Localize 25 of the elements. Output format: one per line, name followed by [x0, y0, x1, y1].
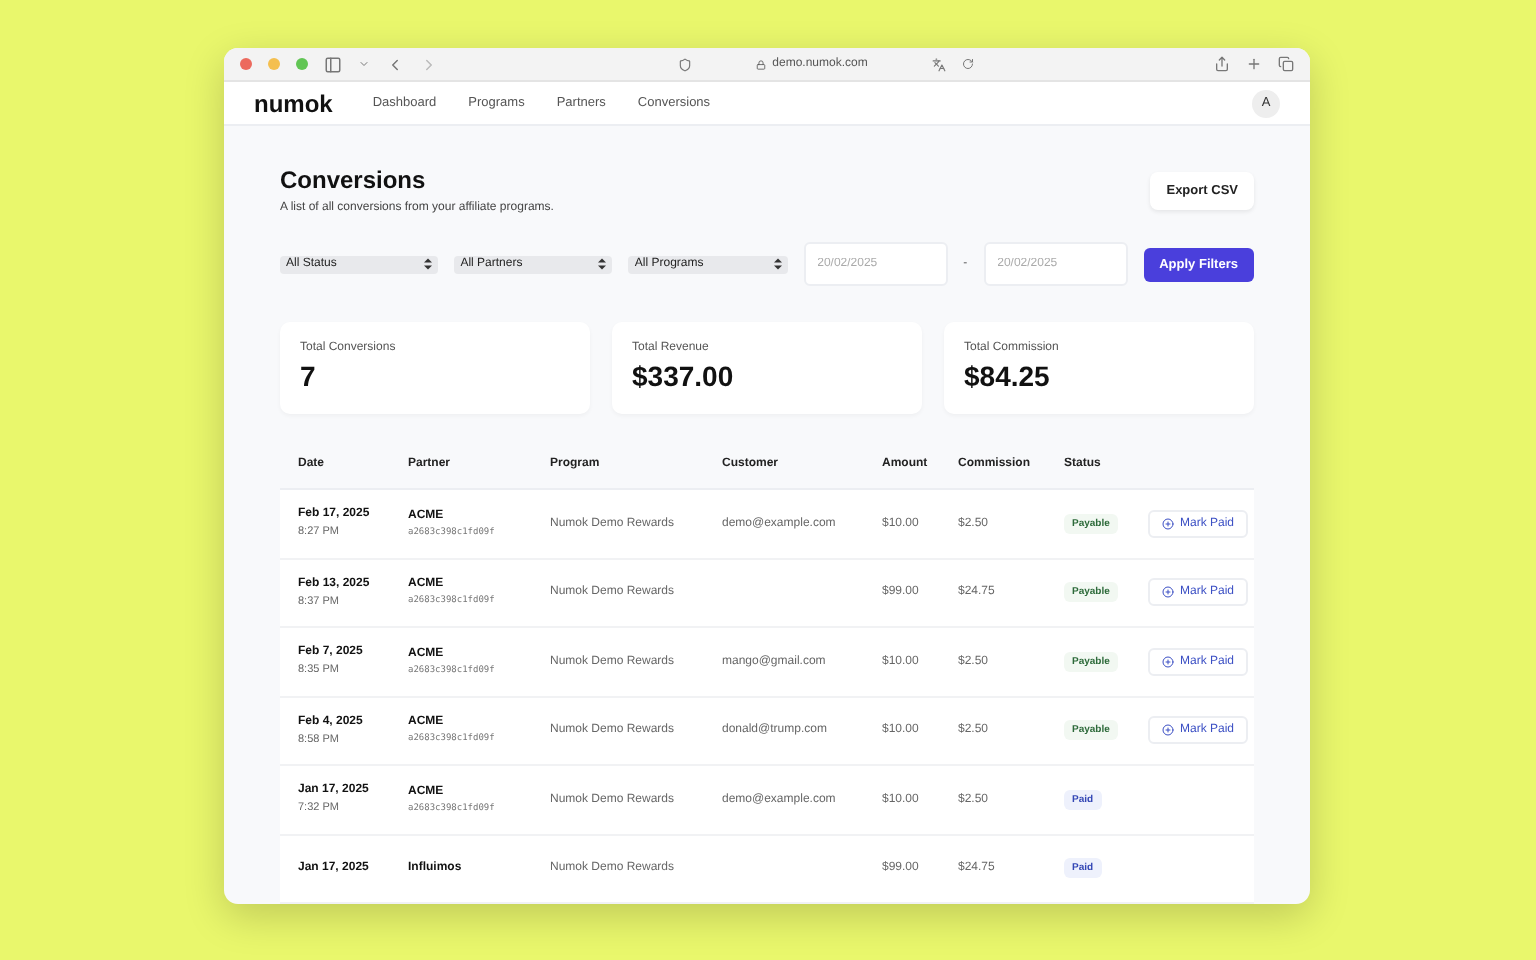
stat-value: $337.00	[632, 360, 736, 392]
plus-circle-icon	[1162, 586, 1174, 599]
translate-icon[interactable]	[932, 57, 946, 72]
select-arrows-icon	[424, 258, 433, 270]
stat-value: $84.25	[964, 360, 1052, 392]
new-tab-icon[interactable]	[1246, 56, 1262, 73]
sidebar-icon[interactable]	[324, 55, 342, 74]
lock-icon	[756, 59, 767, 70]
close-window-dot[interactable]	[240, 58, 252, 71]
select-arrows-icon	[598, 258, 607, 270]
chevron-down-icon[interactable]	[358, 58, 370, 71]
select-arrows-icon	[773, 258, 782, 270]
plus-circle-icon	[1162, 517, 1174, 530]
back-icon[interactable]	[386, 55, 404, 74]
maximize-window-dot[interactable]	[296, 58, 308, 71]
tabs-icon[interactable]	[1278, 56, 1294, 73]
page-title: Conversions	[280, 166, 428, 194]
share-icon[interactable]	[1214, 56, 1230, 73]
plus-circle-icon	[1162, 724, 1174, 737]
reload-icon[interactable]	[962, 58, 974, 71]
plus-circle-icon	[1162, 655, 1174, 668]
minimize-window-dot[interactable]	[268, 58, 280, 71]
shield-icon[interactable]	[678, 57, 692, 72]
logo[interactable]: numok	[254, 89, 333, 118]
stat-value: 7	[300, 360, 318, 392]
